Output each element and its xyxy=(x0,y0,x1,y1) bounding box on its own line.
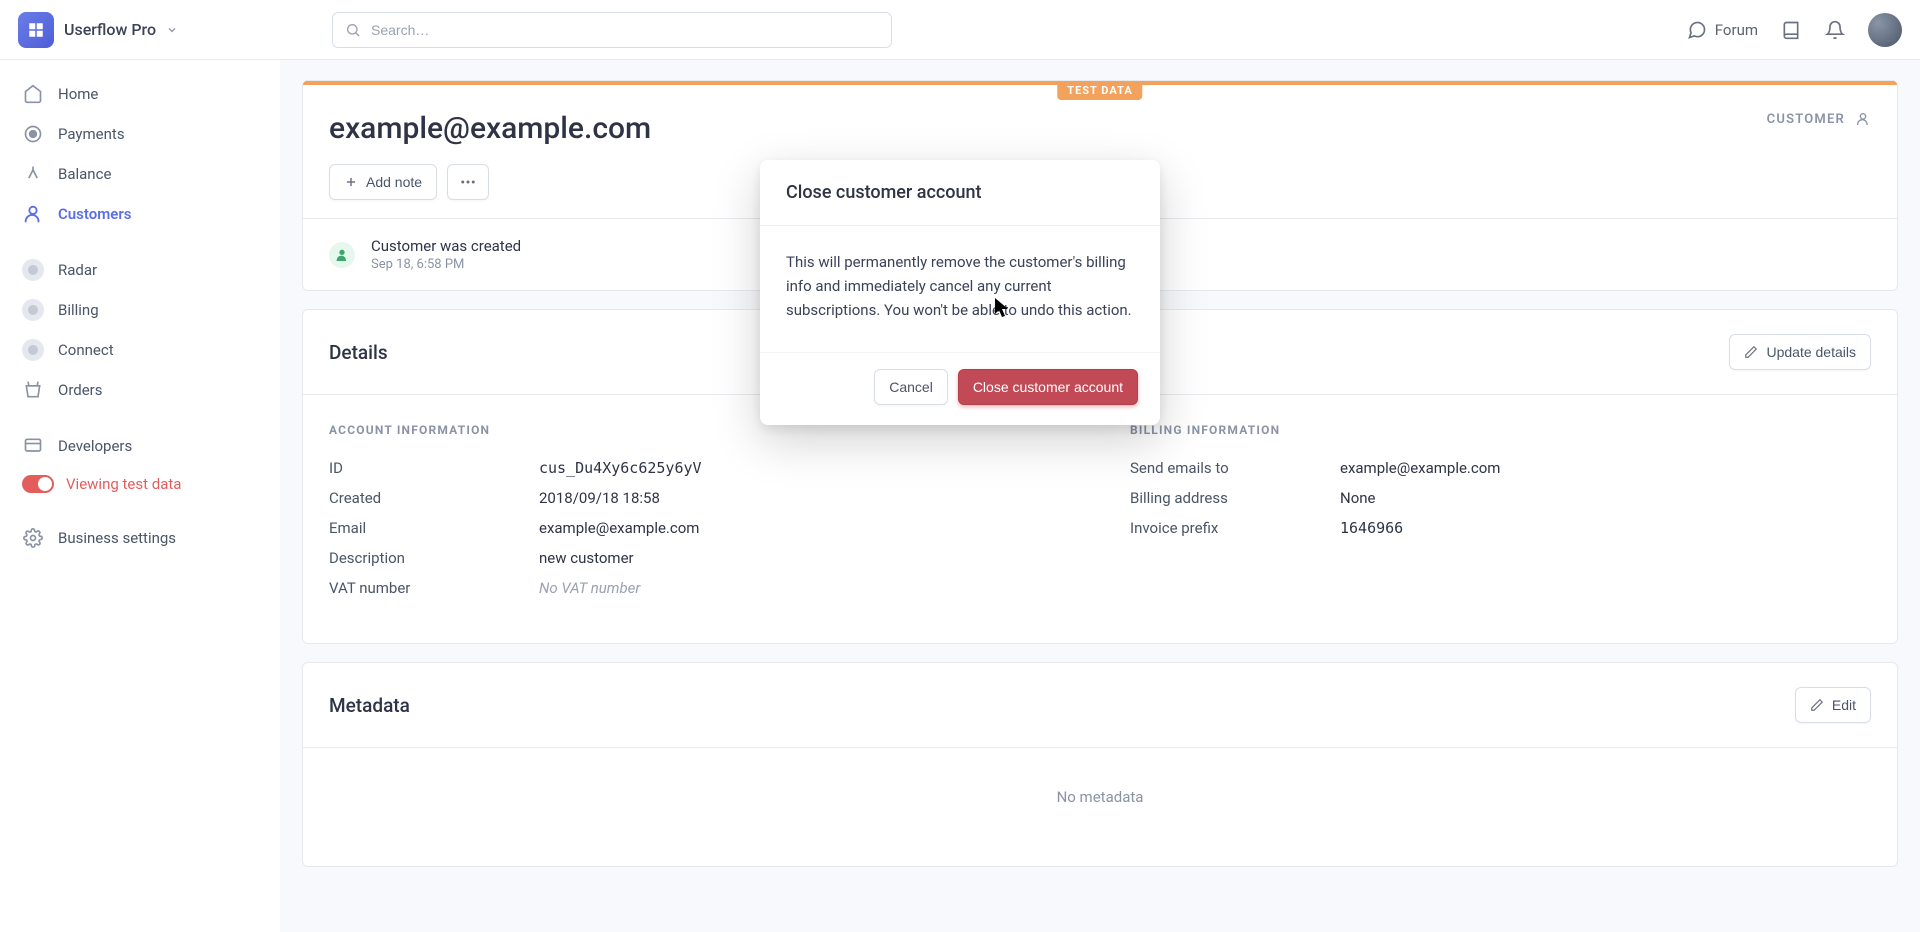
confirm-close-account-button[interactable]: Close customer account xyxy=(958,369,1138,405)
sidebar-item-label: Business settings xyxy=(58,529,176,547)
details-title: Details xyxy=(329,341,388,364)
sidebar-item-label: Radar xyxy=(58,261,97,279)
sidebar-item-label: Home xyxy=(58,85,98,103)
metadata-card: Metadata Edit No metadata xyxy=(302,662,1898,867)
user-avatar[interactable] xyxy=(1868,13,1902,47)
sidebar-item-developers[interactable]: Developers xyxy=(0,426,280,466)
sidebar-item-label: Developers xyxy=(58,437,132,455)
cancel-label: Cancel xyxy=(889,379,933,395)
confirm-label: Close customer account xyxy=(973,379,1123,395)
event-title: Customer was created xyxy=(371,237,521,255)
connect-icon xyxy=(22,339,44,361)
event-user-icon xyxy=(329,242,355,268)
sidebar-item-label: Balance xyxy=(58,165,111,183)
chat-icon xyxy=(1687,20,1707,40)
plus-icon xyxy=(344,175,358,189)
update-details-label: Update details xyxy=(1766,344,1856,360)
sidebar-item-payments[interactable]: Payments xyxy=(0,114,280,154)
edit-label: Edit xyxy=(1832,697,1856,713)
sidebar-item-billing[interactable]: Billing xyxy=(0,290,280,330)
test-mode-toggle[interactable] xyxy=(22,475,54,493)
billing-icon xyxy=(22,299,44,321)
id-value: cus_Du4Xy6c625y6yV xyxy=(539,459,702,477)
docs-icon[interactable] xyxy=(1780,19,1802,41)
sidebar-item-home[interactable]: Home xyxy=(0,74,280,114)
sidebar-item-label: Customers xyxy=(58,205,131,223)
created-label: Created xyxy=(329,489,539,507)
test-mode-toggle-row[interactable]: Viewing test data xyxy=(0,466,280,502)
forum-link[interactable]: Forum xyxy=(1687,20,1758,40)
brand-name: Userflow Pro xyxy=(64,20,156,39)
account-info-column: ACCOUNT INFORMATION IDcus_Du4Xy6c625y6yV… xyxy=(329,423,1070,603)
sidebar-item-business-settings[interactable]: Business settings xyxy=(0,518,280,558)
customers-icon xyxy=(22,203,44,225)
chevron-down-icon xyxy=(166,24,178,36)
sidebar-item-radar[interactable]: Radar xyxy=(0,250,280,290)
edit-metadata-button[interactable]: Edit xyxy=(1795,687,1871,723)
sidebar-item-orders[interactable]: Orders xyxy=(0,370,280,410)
gear-icon xyxy=(22,527,44,549)
user-icon xyxy=(1855,111,1871,127)
sidebar-item-connect[interactable]: Connect xyxy=(0,330,280,370)
modal-title: Close customer account xyxy=(760,160,1160,226)
metadata-title: Metadata xyxy=(329,694,410,717)
search-icon xyxy=(345,22,361,38)
invoice-prefix-value: 1646966 xyxy=(1340,519,1403,537)
sidebar-item-label: Billing xyxy=(58,301,99,319)
created-value: 2018/09/18 18:58 xyxy=(539,489,660,507)
billing-info-heading: BILLING INFORMATION xyxy=(1130,423,1871,437)
more-horizontal-icon xyxy=(459,173,477,191)
email-label: Email xyxy=(329,519,539,537)
pencil-icon xyxy=(1744,345,1758,359)
add-note-label: Add note xyxy=(366,174,422,190)
send-emails-label: Send emails to xyxy=(1130,459,1340,477)
balance-icon xyxy=(22,163,44,185)
more-actions-button[interactable] xyxy=(447,164,489,200)
cancel-button[interactable]: Cancel xyxy=(874,369,948,405)
update-details-button[interactable]: Update details xyxy=(1729,334,1871,370)
developers-icon xyxy=(22,435,44,457)
forum-label: Forum xyxy=(1715,21,1758,39)
pencil-icon xyxy=(1810,698,1824,712)
description-label: Description xyxy=(329,549,539,567)
sidebar-item-label: Connect xyxy=(58,341,114,359)
radar-icon xyxy=(22,259,44,281)
modal-body-text: This will permanently remove the custome… xyxy=(760,226,1160,352)
sidebar: Home Payments Balance Customers Radar xyxy=(0,60,280,932)
email-value: example@example.com xyxy=(539,519,699,537)
payments-icon xyxy=(22,123,44,145)
billing-address-value: None xyxy=(1340,489,1376,507)
close-account-modal: Close customer account This will permane… xyxy=(760,160,1160,425)
sidebar-item-balance[interactable]: Balance xyxy=(0,154,280,194)
metadata-empty-state: No metadata xyxy=(303,748,1897,866)
brand-switcher[interactable]: Userflow Pro xyxy=(18,12,318,48)
vat-label: VAT number xyxy=(329,579,539,597)
description-value: new customer xyxy=(539,549,634,567)
invoice-prefix-label: Invoice prefix xyxy=(1130,519,1340,537)
id-label: ID xyxy=(329,459,539,477)
send-emails-value: example@example.com xyxy=(1340,459,1500,477)
billing-address-label: Billing address xyxy=(1130,489,1340,507)
customer-type-badge: CUSTOMER xyxy=(1767,111,1871,127)
brand-logo xyxy=(18,12,54,48)
customer-email-heading: example@example.com xyxy=(329,111,651,146)
sidebar-item-customers[interactable]: Customers xyxy=(0,194,280,234)
event-timestamp: Sep 18, 6:58 PM xyxy=(371,257,521,272)
billing-info-column: BILLING INFORMATION Send emails toexampl… xyxy=(1130,423,1871,603)
account-info-heading: ACCOUNT INFORMATION xyxy=(329,423,1070,437)
search-input[interactable] xyxy=(371,22,879,38)
test-data-badge: TEST DATA xyxy=(1057,81,1142,100)
notifications-icon[interactable] xyxy=(1824,19,1846,41)
search-container[interactable] xyxy=(332,12,892,48)
test-mode-label: Viewing test data xyxy=(66,475,181,493)
home-icon xyxy=(22,83,44,105)
add-note-button[interactable]: Add note xyxy=(329,164,437,200)
sidebar-item-label: Payments xyxy=(58,125,125,143)
sidebar-item-label: Orders xyxy=(58,381,103,399)
customer-type-label: CUSTOMER xyxy=(1767,112,1845,127)
orders-icon xyxy=(22,379,44,401)
vat-value: No VAT number xyxy=(539,579,640,597)
